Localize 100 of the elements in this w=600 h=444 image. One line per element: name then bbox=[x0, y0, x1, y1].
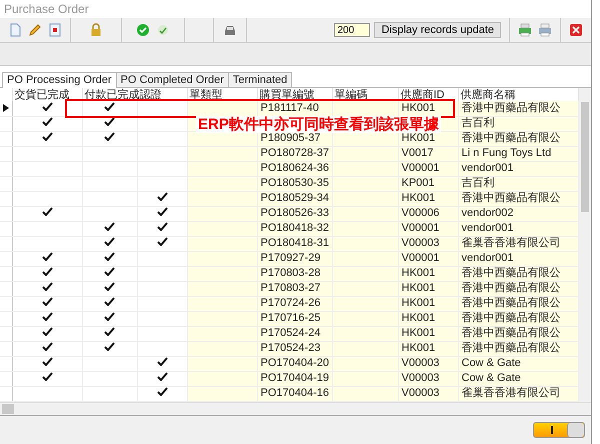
toggle-switch[interactable] bbox=[533, 422, 585, 438]
check-icon[interactable] bbox=[136, 23, 150, 37]
table-cell: 香港中西藥品有限公 bbox=[462, 312, 560, 324]
check-icon bbox=[104, 312, 115, 321]
table-cell: 香港中西藥品有限公 bbox=[462, 282, 560, 294]
check-icon bbox=[42, 357, 52, 366]
check-icon bbox=[42, 327, 52, 336]
check-icon bbox=[104, 267, 115, 276]
table-cell: P170927-29 bbox=[260, 252, 320, 264]
record-count-field[interactable]: 200 bbox=[334, 23, 370, 37]
table-cell: PO180530-35 bbox=[260, 177, 329, 189]
table-cell: P170716-25 bbox=[260, 312, 320, 324]
check-icon bbox=[104, 297, 115, 306]
display-records-update-button[interactable]: Display records update bbox=[374, 22, 501, 38]
table-cell: P181117-40 bbox=[260, 102, 319, 114]
table-cell: PO180418-31 bbox=[260, 237, 329, 249]
table-cell: P170524-24 bbox=[260, 327, 320, 339]
table-cell: V00001 bbox=[402, 162, 440, 174]
table-cell: PO180728-37 bbox=[260, 147, 329, 159]
check-icon bbox=[156, 207, 168, 216]
printer-icon[interactable] bbox=[518, 23, 532, 37]
check-icon bbox=[42, 207, 52, 216]
table-cell: P180905-37 bbox=[260, 132, 320, 144]
tab[interactable]: Terminated bbox=[228, 72, 292, 87]
table-cell: V0017 bbox=[402, 147, 434, 159]
check-icon bbox=[42, 297, 52, 306]
column-header[interactable]: 付款已完成 bbox=[82, 88, 137, 101]
table-cell: HK001 bbox=[402, 102, 436, 114]
check-icon bbox=[42, 252, 52, 261]
close-icon[interactable] bbox=[569, 23, 583, 37]
table-cell: PO170404-20 bbox=[260, 357, 329, 369]
delete-document-icon[interactable] bbox=[48, 23, 62, 37]
table-cell: vendor001 bbox=[462, 162, 514, 174]
table-cell: 香港中西藥品有限公 bbox=[462, 267, 560, 279]
table-cell: PO180526-33 bbox=[260, 207, 329, 219]
check-icon bbox=[156, 387, 168, 396]
check-icon bbox=[42, 117, 52, 126]
check-icon bbox=[156, 222, 168, 231]
table-cell: V00006 bbox=[402, 207, 440, 219]
table-cell: PO180529-34 bbox=[260, 192, 329, 204]
table-cell: PO180418-32 bbox=[260, 222, 329, 234]
table-cell: HK001 bbox=[402, 192, 436, 204]
table-cell: V00003 bbox=[402, 372, 440, 384]
table-cell: 雀巢香香港有限公司 bbox=[462, 237, 560, 249]
check-icon bbox=[104, 342, 115, 351]
window-title: Purchase Order bbox=[3, 1, 90, 18]
table-cell: PO170404-19 bbox=[260, 372, 329, 384]
vertical-scrollbar[interactable] bbox=[578, 88, 590, 402]
table-cell: PO170404-16 bbox=[260, 387, 329, 399]
pencil-icon[interactable] bbox=[28, 23, 42, 37]
check-icon bbox=[42, 342, 52, 351]
check-icon bbox=[156, 237, 168, 246]
check-icon bbox=[104, 102, 115, 111]
check-icon bbox=[156, 357, 168, 366]
table-cell: P170524-23 bbox=[260, 342, 320, 354]
table-cell: V00001 bbox=[402, 252, 440, 264]
check-icon bbox=[42, 312, 52, 321]
column-header[interactable]: 交貨已完成 bbox=[12, 88, 82, 101]
check-icon bbox=[104, 327, 115, 336]
table-cell: vendor001 bbox=[462, 252, 514, 264]
check-icon bbox=[42, 102, 52, 111]
table-cell: HK001 bbox=[402, 312, 436, 324]
table-cell: 香港中西藥品有限公 bbox=[462, 192, 560, 204]
check-icon bbox=[42, 372, 52, 381]
check-icon bbox=[42, 282, 52, 291]
tab[interactable]: PO Processing Order bbox=[2, 72, 117, 88]
tab[interactable]: PO Completed Order bbox=[116, 72, 229, 87]
table-cell: P170803-27 bbox=[260, 282, 320, 294]
table-cell: 香港中西藥品有限公 bbox=[462, 342, 560, 354]
table-cell: 吉百利 bbox=[462, 177, 494, 189]
table-cell: Cow & Gate bbox=[462, 372, 521, 384]
table-cell: V00001 bbox=[402, 222, 440, 234]
check-icon bbox=[104, 282, 115, 291]
check-icon bbox=[104, 222, 115, 231]
table-cell: Li n Fung Toys Ltd bbox=[462, 147, 552, 159]
table-cell: Cow & Gate bbox=[462, 357, 521, 369]
print-preview-icon[interactable] bbox=[538, 23, 552, 37]
check-icon bbox=[104, 252, 115, 261]
table-cell: 香港中西藥品有限公 bbox=[462, 132, 560, 144]
check-icon bbox=[104, 117, 115, 126]
table-cell: V00003 bbox=[402, 357, 440, 369]
horizontal-scrollbar[interactable] bbox=[0, 402, 591, 415]
table-cell: 香港中西藥品有限公 bbox=[462, 297, 560, 309]
check-icon bbox=[104, 237, 115, 246]
table-cell: V00003 bbox=[402, 387, 440, 399]
table-cell: KP001 bbox=[402, 177, 435, 189]
table-cell: PO180624-36 bbox=[260, 162, 329, 174]
table-cell: HK001 bbox=[402, 282, 436, 294]
table-cell: HK001 bbox=[402, 297, 436, 309]
table-cell: HK001 bbox=[402, 132, 436, 144]
table-cell: P170724-26 bbox=[260, 297, 320, 309]
table-cell: 香港中西藥品有限公 bbox=[462, 102, 560, 114]
table-cell: P170803-28 bbox=[260, 267, 320, 279]
table-cell: HK001 bbox=[402, 267, 436, 279]
document-icon[interactable] bbox=[8, 23, 22, 37]
lock-icon[interactable] bbox=[89, 23, 103, 37]
table-cell: HK001 bbox=[402, 327, 436, 339]
check-icon bbox=[156, 372, 168, 381]
table-cell: vendor001 bbox=[462, 222, 514, 234]
table-cell: HK001 bbox=[402, 342, 436, 354]
